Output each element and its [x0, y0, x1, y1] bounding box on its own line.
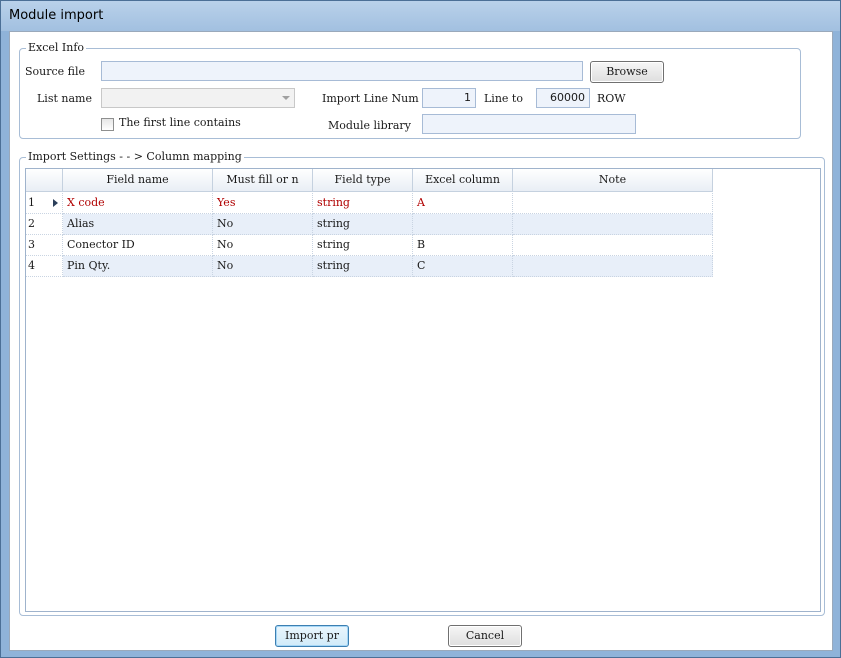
must-fill-cell[interactable]: No — [213, 214, 313, 235]
source-file-input[interactable] — [101, 61, 583, 81]
column-header-must-fill[interactable]: Must fill or n — [213, 169, 313, 192]
must-fill-cell[interactable]: No — [213, 235, 313, 256]
module-library-input[interactable] — [422, 114, 636, 134]
field-name-cell[interactable]: X code — [63, 193, 213, 214]
dialog-client-area: Excel Info Source file Browse List name … — [9, 31, 833, 651]
line-to-input[interactable]: 60000 — [536, 88, 590, 108]
must-fill-cell[interactable]: Yes — [213, 193, 313, 214]
note-cell[interactable] — [513, 193, 713, 214]
excel-column-cell[interactable]: A — [413, 193, 513, 214]
excel-info-legend: Excel Info — [26, 41, 87, 54]
module-import-window: Module import Excel Info Source file Bro… — [0, 0, 841, 658]
line-to-label: Line to — [484, 92, 523, 105]
first-line-label[interactable]: The first line contains — [119, 116, 241, 129]
field-type-cell[interactable]: string — [313, 235, 413, 256]
row-header-corner — [26, 169, 63, 192]
source-file-label: Source file — [25, 65, 86, 78]
field-type-cell[interactable]: string — [313, 256, 413, 277]
column-header-excel-column[interactable]: Excel column — [413, 169, 513, 192]
browse-button[interactable]: Browse — [590, 61, 664, 83]
chevron-down-icon[interactable] — [282, 96, 290, 100]
import-settings-legend: Import Settings - - > Column mapping — [26, 150, 244, 163]
window-title: Module import — [9, 8, 104, 23]
column-mapping-grid[interactable]: Field name Must fill or n Field type Exc… — [25, 168, 821, 612]
module-library-label: Module library — [328, 119, 411, 132]
field-name-cell[interactable]: Conector ID — [63, 235, 213, 256]
field-type-cell[interactable]: string — [313, 193, 413, 214]
list-name-combobox[interactable] — [101, 88, 295, 108]
row-number[interactable]: 4 — [26, 256, 63, 277]
column-header-field-name[interactable]: Field name — [63, 169, 213, 192]
first-line-checkbox[interactable] — [101, 118, 114, 131]
column-header-note[interactable]: Note — [513, 169, 713, 192]
excel-column-cell[interactable]: B — [413, 235, 513, 256]
current-row-pointer-icon — [53, 199, 58, 207]
field-type-cell[interactable]: string — [313, 214, 413, 235]
must-fill-cell[interactable]: No — [213, 256, 313, 277]
row-number[interactable]: 2 — [26, 214, 63, 235]
excel-column-cell[interactable]: C — [413, 256, 513, 277]
cancel-button[interactable]: Cancel — [448, 625, 522, 647]
note-cell[interactable] — [513, 256, 713, 277]
field-name-cell[interactable]: Pin Qty. — [63, 256, 213, 277]
note-cell[interactable] — [513, 214, 713, 235]
import-button[interactable]: Import pr — [275, 625, 349, 647]
row-number[interactable]: 3 — [26, 235, 63, 256]
note-cell[interactable] — [513, 235, 713, 256]
row-unit-label: ROW — [597, 92, 626, 105]
excel-column-cell[interactable] — [413, 214, 513, 235]
column-header-field-type[interactable]: Field type — [313, 169, 413, 192]
import-line-num-input[interactable]: 1 — [422, 88, 476, 108]
title-bar[interactable]: Module import — [1, 1, 840, 31]
import-line-num-label: Import Line Num — [322, 92, 419, 105]
field-name-cell[interactable]: Alias — [63, 214, 213, 235]
list-name-label: List name — [37, 92, 92, 105]
